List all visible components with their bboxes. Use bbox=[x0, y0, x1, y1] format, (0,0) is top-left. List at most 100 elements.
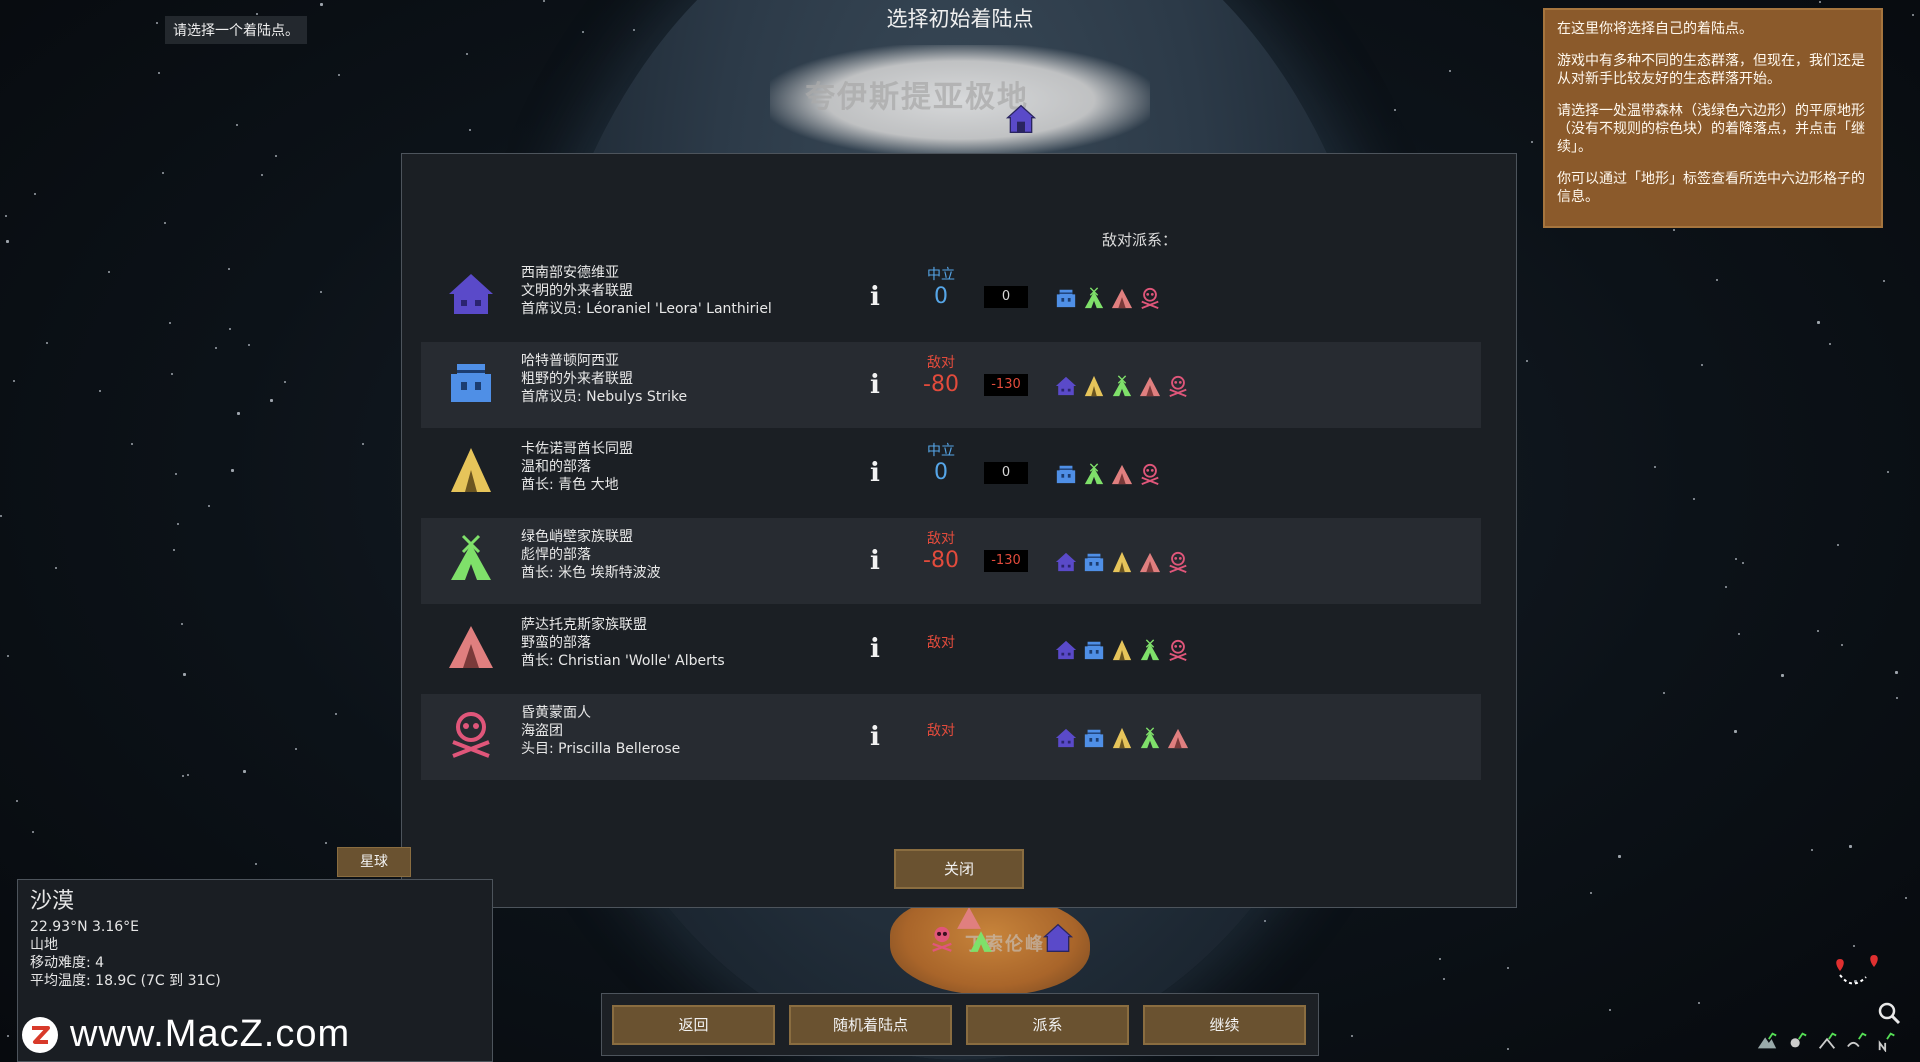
faction-type: 文明的外来者联盟 bbox=[521, 283, 633, 299]
tent-red-icon[interactable] bbox=[1111, 287, 1133, 309]
star bbox=[1351, 1035, 1353, 1037]
tent-red-icon[interactable] bbox=[1167, 727, 1189, 749]
tipi-green-icon[interactable] bbox=[1111, 375, 1133, 397]
map-skull-icon[interactable] bbox=[928, 922, 956, 954]
house-purple-icon[interactable] bbox=[1055, 551, 1077, 573]
hostile-factions-header: 敌对派系： bbox=[1102, 231, 1178, 249]
info-icon[interactable]: i bbox=[865, 722, 885, 752]
faction-type: 温和的部落 bbox=[521, 459, 591, 475]
skull-pink-icon[interactable] bbox=[1167, 375, 1189, 397]
river-toggle-icon[interactable] bbox=[1846, 1030, 1868, 1052]
tutorial-text: 你可以通过「地形」标签查看所选中六边形格子的信息。 bbox=[1557, 171, 1865, 205]
star bbox=[171, 373, 173, 375]
relation-status: 敌对 -80 bbox=[901, 530, 981, 574]
info-icon[interactable]: i bbox=[865, 282, 885, 312]
star bbox=[1609, 1009, 1611, 1011]
faction-type: 野蛮的部落 bbox=[521, 635, 591, 651]
star bbox=[1264, 920, 1266, 922]
star bbox=[1735, 558, 1737, 560]
tent-yellow-icon[interactable] bbox=[1083, 375, 1105, 397]
skull-pink-icon[interactable] bbox=[1139, 287, 1161, 309]
house-blue-icon[interactable] bbox=[1083, 639, 1105, 661]
house-purple-icon[interactable] bbox=[1055, 375, 1077, 397]
star bbox=[208, 505, 210, 507]
star bbox=[1526, 360, 1528, 362]
back-button[interactable]: 返回 bbox=[612, 1005, 775, 1045]
star bbox=[362, 443, 364, 445]
info-icon[interactable]: i bbox=[865, 370, 885, 400]
relation-status: 敌对 bbox=[901, 722, 981, 740]
tab-planet[interactable]: 星球 bbox=[337, 847, 411, 877]
skull-pink-icon[interactable] bbox=[1167, 639, 1189, 661]
random-site-button[interactable]: 随机着陆点 bbox=[789, 1005, 952, 1045]
star bbox=[164, 222, 166, 224]
map-tipi-icon[interactable] bbox=[968, 928, 994, 954]
close-button[interactable]: 关闭 bbox=[894, 849, 1024, 889]
relation-status: 中立 0 bbox=[901, 266, 981, 310]
house-blue-icon[interactable] bbox=[1055, 287, 1077, 309]
star bbox=[270, 399, 273, 402]
relation-label: 敌对 bbox=[927, 531, 955, 547]
relation-status: 敌对 -80 bbox=[901, 354, 981, 398]
info-icon[interactable]: i bbox=[865, 634, 885, 664]
star bbox=[231, 469, 234, 472]
house-purple-icon[interactable] bbox=[1055, 639, 1077, 661]
star bbox=[169, 322, 171, 324]
star bbox=[1742, 562, 1744, 564]
map-settlement-icon[interactable] bbox=[1042, 920, 1074, 956]
tipi-green-icon[interactable] bbox=[1083, 287, 1105, 309]
tent-yellow-icon[interactable] bbox=[1111, 727, 1133, 749]
star bbox=[99, 390, 101, 392]
tent-red-icon[interactable] bbox=[1111, 463, 1133, 485]
tipi-green-icon[interactable] bbox=[1139, 727, 1161, 749]
star bbox=[46, 342, 48, 344]
tipi-green-icon[interactable] bbox=[1083, 463, 1105, 485]
route-planner-icon[interactable] bbox=[1832, 955, 1882, 995]
info-icon[interactable]: i bbox=[865, 546, 885, 576]
info-icon[interactable]: i bbox=[865, 458, 885, 488]
star bbox=[16, 800, 18, 802]
house-blue-icon[interactable] bbox=[1083, 727, 1105, 749]
tent-yellow-icon[interactable] bbox=[1111, 551, 1133, 573]
tent-yellow-icon[interactable] bbox=[1111, 639, 1133, 661]
star bbox=[1663, 692, 1665, 694]
star bbox=[183, 673, 186, 676]
skull-pink-icon[interactable] bbox=[1139, 463, 1161, 485]
house-blue-icon[interactable] bbox=[1083, 551, 1105, 573]
star bbox=[1590, 892, 1592, 894]
star bbox=[1849, 845, 1852, 848]
relation-status: 中立 0 bbox=[901, 442, 981, 486]
tent-red-icon bbox=[447, 622, 495, 670]
goodwill-value: 0 bbox=[934, 284, 948, 309]
watermark-text: www.MacZ.com bbox=[70, 1013, 351, 1055]
star bbox=[187, 774, 189, 776]
factions-button[interactable]: 派系 bbox=[966, 1005, 1129, 1045]
house-blue-icon[interactable] bbox=[1055, 463, 1077, 485]
factions-dialog: 敌对派系： 西南部安德维亚 文明的外来者联盟 首席议员: Léoraniel 'Le… bbox=[401, 153, 1517, 908]
tipi-green-icon[interactable] bbox=[1139, 639, 1161, 661]
search-icon[interactable] bbox=[1877, 1001, 1901, 1025]
relation-status: 敌对 bbox=[901, 634, 981, 652]
house-purple-icon[interactable] bbox=[1055, 727, 1077, 749]
relation-label: 敌对 bbox=[927, 635, 955, 651]
star bbox=[1618, 855, 1621, 858]
star bbox=[1725, 586, 1727, 588]
tent-red-icon[interactable] bbox=[1139, 375, 1161, 397]
faction-names: 哈特普顿阿西亚 粗野的外来者联盟 首席议员: Nebulys Strike bbox=[521, 352, 687, 406]
compass-toggle-icon[interactable] bbox=[1876, 1030, 1898, 1052]
sun-toggle-icon[interactable] bbox=[1786, 1030, 1808, 1052]
road-toggle-icon[interactable] bbox=[1816, 1030, 1838, 1052]
terrain-toggle-icon[interactable] bbox=[1756, 1030, 1778, 1052]
star bbox=[1905, 897, 1907, 899]
star bbox=[1781, 674, 1784, 677]
faction-leader: 酋长: 青色 大地 bbox=[521, 477, 619, 493]
star bbox=[229, 328, 231, 330]
skull-pink-icon[interactable] bbox=[1167, 551, 1189, 573]
map-settlement-icon[interactable] bbox=[1005, 103, 1037, 135]
tutorial-text: 请选择一处温带森林（浅绿色六边形）的平原地形（没有不规则的棕色块）的着降落点，并… bbox=[1557, 103, 1865, 155]
star bbox=[158, 72, 160, 74]
tent-red-icon[interactable] bbox=[1139, 551, 1161, 573]
faction-leader: 首席议员: Nebulys Strike bbox=[521, 389, 688, 405]
star bbox=[13, 380, 15, 382]
next-button[interactable]: 继续 bbox=[1143, 1005, 1306, 1045]
